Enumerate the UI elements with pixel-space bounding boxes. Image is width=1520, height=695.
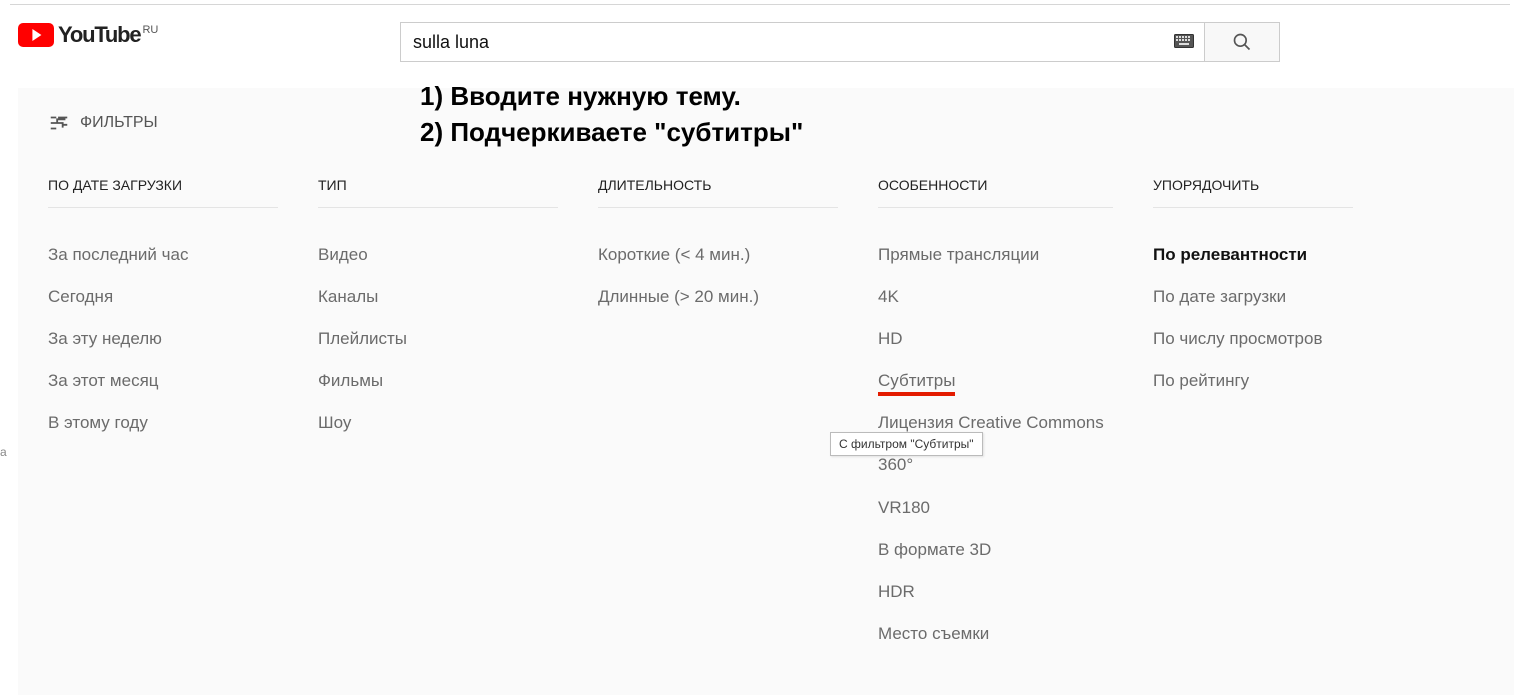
filter-item[interactable]: Каналы (318, 276, 558, 318)
filter-item[interactable]: За эту неделю (48, 318, 278, 360)
search-bar (400, 22, 1280, 62)
tune-icon (48, 112, 70, 134)
filter-item[interactable]: По дате загрузки (1153, 276, 1353, 318)
filter-item[interactable]: Прямые трансляции (878, 234, 1113, 276)
filter-item[interactable]: За последний час (48, 234, 278, 276)
search-icon (1232, 32, 1252, 52)
filter-item[interactable]: В формате 3D (878, 529, 1113, 571)
filter-item-label: Субтитры (878, 371, 955, 396)
keyboard-icon[interactable] (1174, 32, 1194, 53)
filter-column-sort: УПОРЯДОЧИТЬ По релевантности По дате заг… (1153, 177, 1393, 655)
annotation-overlay: 1) Вводите нужную тему. 2) Подчеркиваете… (420, 78, 803, 151)
youtube-play-icon (18, 23, 54, 47)
search-input-container (400, 22, 1205, 62)
filter-column-duration: ДЛИТЕЛЬНОСТЬ Короткие (< 4 мин.) Длинные… (598, 177, 878, 655)
filter-column-title: ДЛИТЕЛЬНОСТЬ (598, 177, 838, 208)
search-input[interactable] (411, 31, 1174, 54)
filter-item[interactable]: По рейтингу (1153, 360, 1353, 402)
filter-item[interactable]: Фильмы (318, 360, 558, 402)
stray-character: a (0, 445, 7, 459)
filter-item[interactable]: В этому году (48, 402, 278, 444)
filter-item[interactable]: Короткие (< 4 мин.) (598, 234, 838, 276)
filter-item[interactable]: HDR (878, 571, 1113, 613)
annotation-line-1: 1) Вводите нужную тему. (420, 78, 803, 114)
filter-item[interactable]: За этот месяц (48, 360, 278, 402)
filter-column-type: ТИП Видео Каналы Плейлисты Фильмы Шоу (318, 177, 598, 655)
filter-column-upload-date: ПО ДАТЕ ЗАГРУЗКИ За последний час Сегодн… (48, 177, 318, 655)
filter-item[interactable]: 4K (878, 276, 1113, 318)
filter-column-title: ОСОБЕННОСТИ (878, 177, 1113, 208)
youtube-region-label: RU (142, 24, 158, 36)
annotation-line-2: 2) Подчеркиваете "субтитры" (420, 114, 803, 150)
tooltip-subtitles: С фильтром "Субтитры" (830, 432, 983, 456)
filter-columns: ПО ДАТЕ ЗАГРУЗКИ За последний час Сегодн… (48, 177, 1484, 655)
filters-panel: ФИЛЬТРЫ ПО ДАТЕ ЗАГРУЗКИ За последний ча… (18, 88, 1514, 695)
header: YouTube RU (18, 22, 1502, 78)
filter-item[interactable]: Место съемки (878, 613, 1113, 655)
filters-toggle-button[interactable]: ФИЛЬТРЫ (48, 112, 158, 134)
filter-item-relevance[interactable]: По релевантности (1153, 234, 1353, 276)
filter-item[interactable]: Длинные (> 20 мин.) (598, 276, 838, 318)
filter-column-title: ТИП (318, 177, 558, 208)
filters-toggle-label: ФИЛЬТРЫ (80, 114, 158, 132)
youtube-logo-text: YouTube (58, 22, 140, 48)
search-button[interactable] (1205, 22, 1280, 62)
top-border-line (10, 4, 1510, 5)
filter-column-title: УПОРЯДОЧИТЬ (1153, 177, 1353, 208)
filter-item[interactable]: Плейлисты (318, 318, 558, 360)
filter-column-features: ОСОБЕННОСТИ Прямые трансляции 4K HD Субт… (878, 177, 1153, 655)
filter-item[interactable]: По числу просмотров (1153, 318, 1353, 360)
filter-item-subtitles[interactable]: Субтитры (878, 360, 1113, 402)
filter-item[interactable]: Сегодня (48, 276, 278, 318)
filter-column-title: ПО ДАТЕ ЗАГРУЗКИ (48, 177, 278, 208)
filter-item[interactable]: HD (878, 318, 1113, 360)
filter-item[interactable]: VR180 (878, 487, 1113, 529)
filter-item[interactable]: Шоу (318, 402, 558, 444)
filter-item[interactable]: Видео (318, 234, 558, 276)
